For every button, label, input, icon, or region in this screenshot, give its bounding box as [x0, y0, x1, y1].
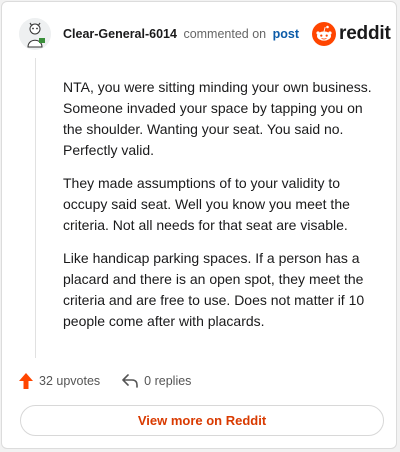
comment-paragraph: NTA, you were sitting minding your own b…: [63, 79, 372, 158]
upvote-count: 32 upvotes: [39, 374, 101, 388]
view-more-button[interactable]: View more on Reddit: [20, 405, 384, 436]
comment-paragraph: They made assumptions of to your validit…: [63, 175, 350, 233]
author-name[interactable]: Clear-General-6014: [63, 27, 177, 41]
reddit-wordmark: reddit: [339, 23, 391, 44]
post-link[interactable]: post: [273, 27, 299, 41]
comment-actions: 32 upvotes 0 replies: [19, 370, 191, 392]
reply-arrow-icon: [122, 374, 138, 388]
replies-button[interactable]: 0 replies: [122, 374, 191, 388]
comment-body: NTA, you were sitting minding your own b…: [63, 77, 381, 344]
avatar[interactable]: [19, 18, 51, 50]
comment-verb: commented on: [183, 27, 267, 41]
upvote-arrow-icon: [19, 373, 33, 389]
avatar-illustration-icon: [19, 18, 51, 50]
comment-card: Clear-General-6014 commented on post red…: [1, 1, 397, 449]
thread-line[interactable]: [35, 58, 36, 358]
upvote-button[interactable]: 32 upvotes: [19, 373, 100, 389]
reddit-snoo-icon: [312, 22, 336, 46]
reddit-logo[interactable]: reddit: [312, 21, 391, 47]
reply-count: 0 replies: [144, 374, 192, 388]
comment-paragraph: Like handicap parking spaces. If a perso…: [63, 250, 365, 329]
comment-header: Clear-General-6014 commented on post: [63, 27, 299, 41]
